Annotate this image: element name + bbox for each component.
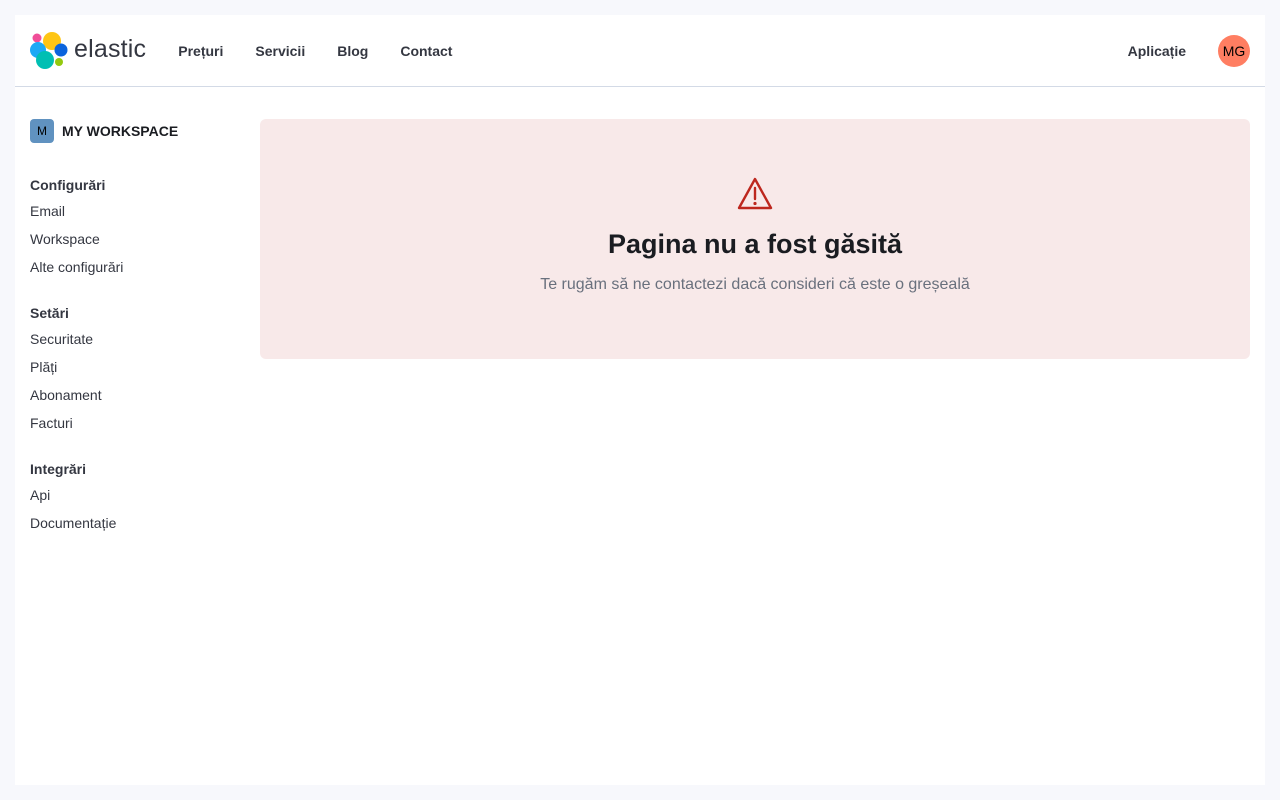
sidebar-item-documentatie[interactable]: Documentație	[30, 509, 240, 537]
app-link[interactable]: Aplicație	[1128, 43, 1186, 59]
header-actions: Aplicație MG	[1128, 34, 1250, 67]
sidebar-item-securitate[interactable]: Securitate	[30, 325, 240, 353]
sidebar-item-api[interactable]: Api	[30, 481, 240, 509]
brand-name: elastic	[74, 35, 147, 63]
sidebar-group-title: Configurări	[30, 177, 106, 193]
elastic-logo[interactable]: elastic	[30, 31, 147, 70]
sidebar-item-workspace[interactable]: Workspace	[30, 225, 240, 253]
sidebar-item-email[interactable]: Email	[30, 197, 240, 225]
sidebar: M MY WORKSPACE Configurări Email Workspa…	[30, 119, 240, 537]
not-found-panel: Pagina nu a fost găsită Te rugăm să ne c…	[260, 119, 1250, 359]
avatar[interactable]: MG	[1218, 34, 1250, 67]
sidebar-group-title: Integrări	[30, 461, 87, 477]
warning-icon	[737, 177, 773, 210]
workspace-name: MY WORKSPACE	[62, 123, 179, 139]
main-nav: Prețuri Servicii Blog Contact	[178, 43, 452, 59]
elastic-logo-icon	[30, 31, 68, 69]
nav-item-contact[interactable]: Contact	[400, 43, 452, 59]
sidebar-group-title: Setări	[30, 305, 69, 321]
nav-item-servicii[interactable]: Servicii	[255, 43, 305, 59]
sidebar-group-integrari: Integrări Api Documentație	[30, 459, 240, 537]
sidebar-item-plati[interactable]: Plăți	[30, 353, 240, 381]
sidebar-item-facturi[interactable]: Facturi	[30, 409, 240, 437]
nav-item-preturi[interactable]: Prețuri	[178, 43, 223, 59]
sidebar-item-alte-configurari[interactable]: Alte configurări	[30, 253, 240, 281]
sidebar-group-setari: Setări Securitate Plăți Abonament Factur…	[30, 303, 240, 437]
nav-item-blog[interactable]: Blog	[337, 43, 368, 59]
sidebar-group-configurari: Configurări Email Workspace Alte configu…	[30, 175, 240, 281]
workspace-switcher[interactable]: M MY WORKSPACE	[30, 119, 240, 143]
error-title: Pagina nu a fost găsită	[607, 229, 903, 259]
top-header: elastic Prețuri Servicii Blog Contact Ap…	[15, 15, 1265, 87]
error-message: Te rugăm să ne contactezi dacă consideri…	[540, 276, 970, 293]
app-frame: elastic Prețuri Servicii Blog Contact Ap…	[15, 15, 1265, 785]
workspace-badge: M	[30, 119, 54, 143]
sidebar-item-abonament[interactable]: Abonament	[30, 381, 240, 409]
